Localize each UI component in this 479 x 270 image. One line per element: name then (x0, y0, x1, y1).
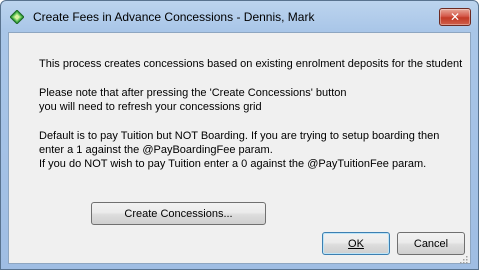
ok-button[interactable]: OK (322, 232, 390, 255)
message-line-4: Default is to pay Tuition but NOT Boardi… (39, 130, 440, 142)
create-concessions-button[interactable]: Create Concessions... (91, 202, 266, 225)
message-line-3: you will need to refresh your concession… (39, 101, 262, 113)
message-line-1: This process creates concessions based o… (39, 58, 463, 70)
title-bar[interactable]: Create Fees in Advance Concessions - Den… (1, 1, 478, 31)
dialog-window: Create Fees in Advance Concessions - Den… (0, 0, 479, 270)
message-line-6: If you do NOT wish to pay Tuition enter … (39, 158, 427, 170)
window-title: Create Fees in Advance Concessions - Den… (33, 10, 315, 24)
message-line-2: Please note that after pressing the 'Cre… (39, 87, 347, 99)
close-button[interactable]: ✕ (439, 8, 471, 26)
close-icon: ✕ (449, 10, 461, 24)
resize-grip-icon[interactable] (458, 251, 468, 264)
dialog-body: This process creates concessions based o… (8, 32, 471, 264)
message-line-5: enter a 1 against the @PayBoardingFee pa… (39, 144, 273, 156)
cancel-button[interactable]: Cancel (397, 232, 465, 255)
app-diamond-icon (9, 9, 25, 25)
ok-button-label: OK (348, 237, 364, 250)
